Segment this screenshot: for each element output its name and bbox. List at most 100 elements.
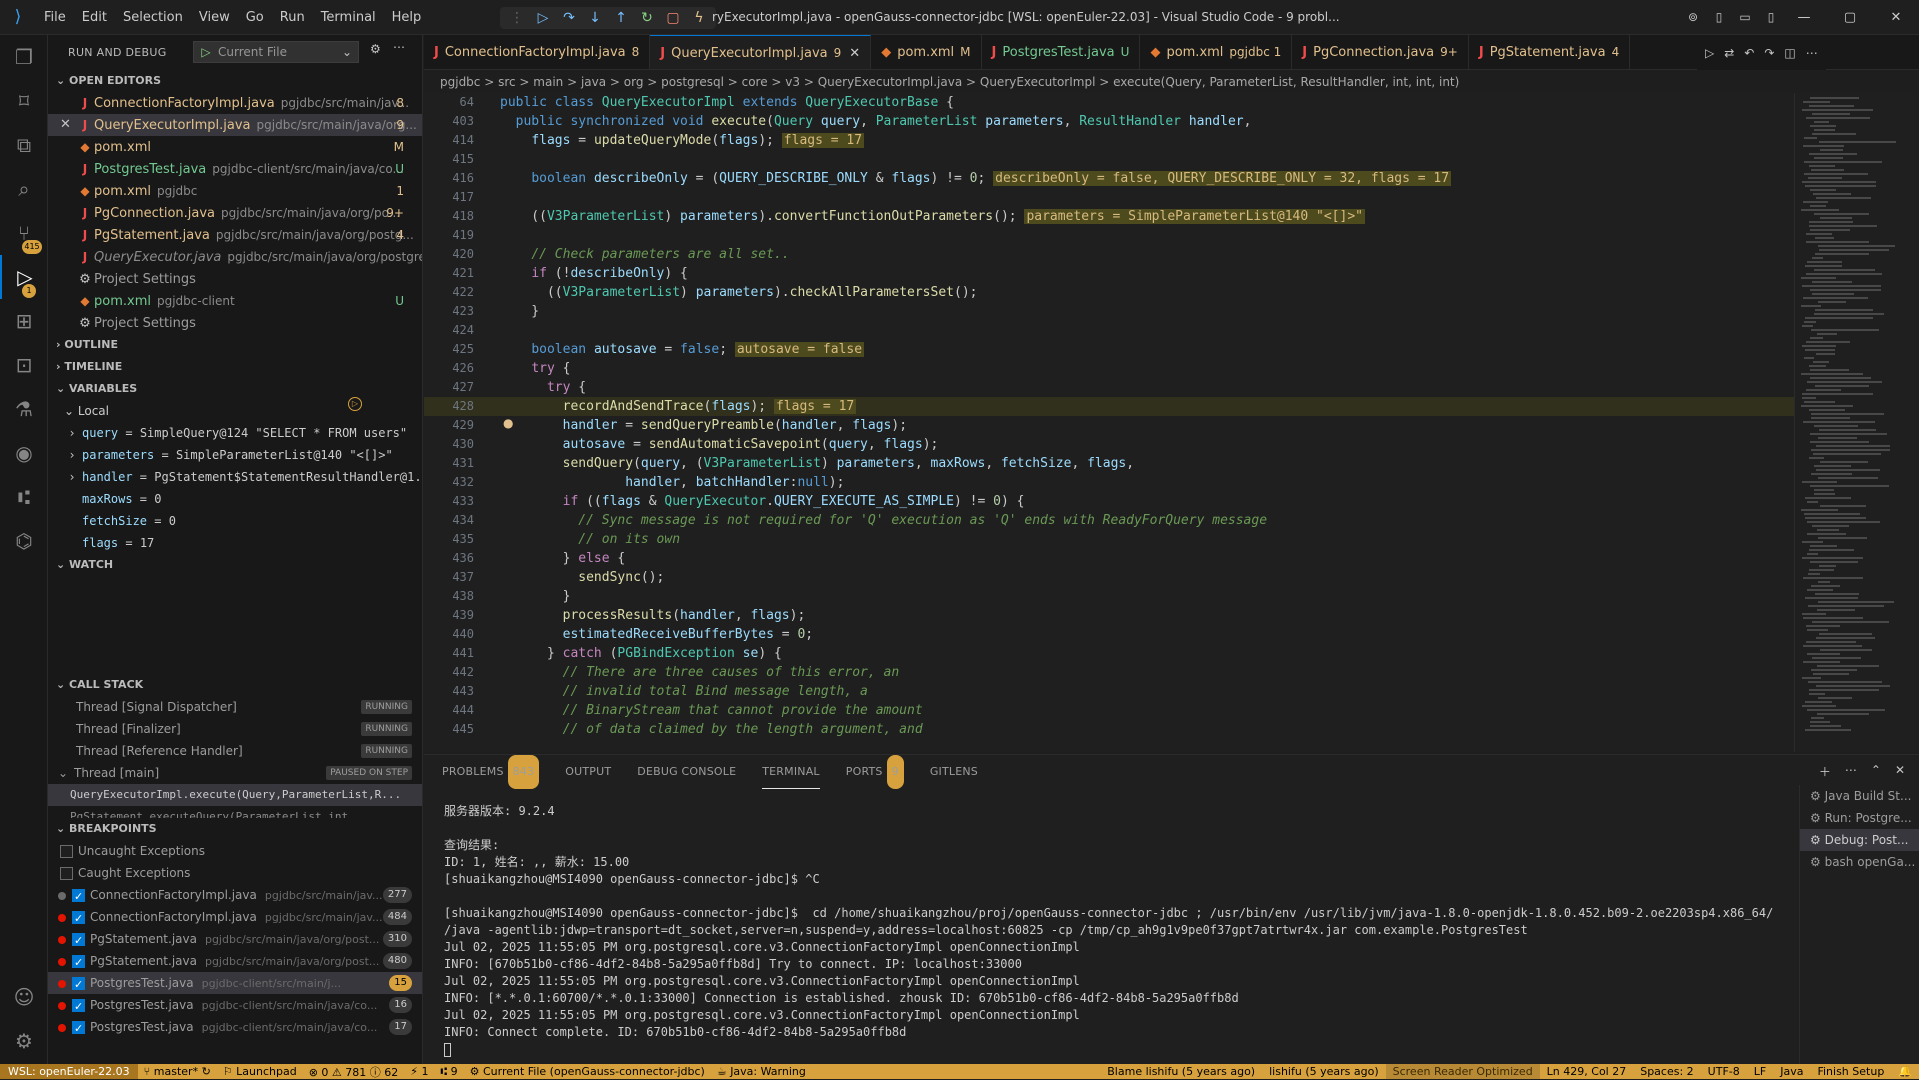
code-line[interactable]: 438 } (424, 587, 1794, 606)
code-line[interactable]: 417 (424, 188, 1794, 207)
breakpoint-checkbox[interactable] (72, 933, 85, 946)
toggle-sidebar-icon[interactable]: ▯ (1706, 0, 1732, 35)
open-editor-item[interactable]: ◆pom.xmlpgjdbc-clientU (48, 290, 422, 312)
hot-code-replace-icon[interactable]: ϟ (687, 10, 711, 26)
panel-tab-debug-console[interactable]: DEBUG CONSOLE (637, 755, 736, 789)
code-line[interactable]: 64public class QueryExecutorImpl extends… (424, 93, 1794, 112)
launchpad[interactable]: ⚐ Launchpad (217, 1065, 303, 1078)
gitlens-count[interactable]: ⑆ 9 (435, 1065, 464, 1078)
line-number[interactable]: 438 (424, 587, 474, 606)
run-config-select[interactable]: ▷ Current File ⌄ (193, 41, 359, 63)
tab-queryexecutorimpl-java[interactable]: JQueryExecutorImpl.java9✕ (650, 35, 871, 70)
debug-config-status[interactable]: ⚙ Current File (openGauss-connector-jdbc… (464, 1065, 711, 1078)
breakpoint-checkbox[interactable] (72, 911, 85, 924)
code-line[interactable]: 416 boolean describeOnly = (QUERY_DESCRI… (424, 169, 1794, 188)
line-number[interactable]: 433 (424, 492, 474, 511)
line-number[interactable]: 403 (424, 112, 474, 131)
code-line[interactable]: 423 } (424, 302, 1794, 321)
breakpoints-header[interactable]: ⌄ BREAKPOINTS (48, 818, 422, 840)
open-editor-item[interactable]: JQueryExecutor.javapgjdbc/src/main/java/… (48, 246, 422, 268)
line-number[interactable]: 427 (424, 378, 474, 397)
panel-tab-ports[interactable]: PORTS9 (846, 755, 904, 789)
close-panel-icon[interactable]: ✕ (1895, 763, 1905, 780)
maximize-icon[interactable]: ▢ (1827, 0, 1873, 35)
breakpoint-item[interactable]: PgStatement.javapgjdbc/src/main/java/org… (48, 928, 422, 950)
java-status[interactable]: ☕ Java: Warning (711, 1065, 812, 1078)
thread-item[interactable]: ⌄Thread [main]PAUSED ON STEP (48, 762, 422, 784)
code-line[interactable]: 415 (424, 150, 1794, 169)
tab-pgstatement-java[interactable]: JPgStatement.java4 (1469, 35, 1630, 70)
line-number[interactable]: 423 (424, 302, 474, 321)
code-line[interactable]: 439 processResults(handler, flags); (424, 606, 1794, 625)
copilot-icon[interactable]: ⊚ (1680, 0, 1706, 35)
remote-indicator[interactable]: WSL: openEuler-22.03 (0, 1064, 138, 1079)
breakpoint-item[interactable]: ConnectionFactoryImpl.javapgjdbc/src/mai… (48, 884, 422, 906)
exception-breakpoint[interactable]: Caught Exceptions (48, 862, 422, 884)
menu-item[interactable]: Run (272, 0, 313, 35)
menu-item[interactable]: Selection (115, 0, 191, 35)
line-number[interactable]: 418 (424, 207, 474, 226)
more-actions-icon[interactable]: ⋯ (1806, 46, 1818, 60)
screen-reader-status[interactable]: Screen Reader Optimized (1386, 1064, 1540, 1079)
github-icon[interactable]: ◉ (0, 431, 48, 475)
line-number[interactable]: 417 (424, 188, 474, 207)
indent-status[interactable]: Spaces: 2 (1633, 1064, 1700, 1079)
call-stack-header[interactable]: ⌄ CALL STACK (48, 674, 422, 696)
code-line[interactable]: 443 // invalid total Bind message length… (424, 682, 1794, 701)
line-number[interactable]: 431 (424, 454, 474, 473)
breakpoint-item[interactable]: PostgresTest.javapgjdbc-client/src/main/… (48, 1016, 422, 1038)
code-line[interactable]: 437 sendSync(); (424, 568, 1794, 587)
lightbulb-icon[interactable]: ● (503, 416, 513, 430)
search-icon[interactable]: ⌕ (0, 167, 48, 211)
variables-header[interactable]: ⌄ VARIABLES (48, 378, 422, 400)
line-number[interactable]: 425 (424, 340, 474, 359)
breadcrumb[interactable]: pgjdbc > src > main > java > org > postg… (424, 71, 1794, 93)
code-line[interactable]: 425 boolean autosave = false; autosave =… (424, 340, 1794, 359)
panel-tab-problems[interactable]: PROBLEMS843 (442, 755, 539, 789)
local-scope[interactable]: ⌄ Local (48, 400, 422, 422)
code-line[interactable]: 424 (424, 321, 1794, 340)
line-number[interactable]: 419 (424, 226, 474, 245)
minimize-icon[interactable]: — (1781, 0, 1827, 35)
code-line[interactable]: 445 // of data claimed by the length arg… (424, 720, 1794, 739)
line-number[interactable]: 435 (424, 530, 474, 549)
menu-item[interactable]: View (191, 0, 238, 35)
tab-pom-xml[interactable]: ◆pom.xmlpgjdbc 1 (1140, 35, 1292, 70)
open-editor-item[interactable]: ⚙Project Settings (48, 268, 422, 290)
breakpoint-item[interactable]: ConnectionFactoryImpl.javapgjdbc/src/mai… (48, 906, 422, 928)
code-line[interactable]: 435 // on its own (424, 530, 1794, 549)
menu-item[interactable]: Help (384, 0, 430, 35)
step-over-icon[interactable]: ↷ (557, 10, 581, 26)
code-line[interactable]: 428 recordAndSendTrace(flags); flags = 1… (424, 397, 1794, 416)
restart-icon[interactable]: ↻ (635, 10, 659, 26)
cursor-position[interactable]: Ln 429, Col 27 (1540, 1064, 1634, 1079)
variable-item[interactable]: ›handler = PgStatement$StatementResultHa… (48, 466, 422, 488)
line-number[interactable]: 428 (424, 397, 474, 416)
breakpoint-checkbox[interactable] (72, 977, 85, 990)
code-line[interactable]: 420 // Check parameters are all set.. (424, 245, 1794, 264)
line-number[interactable]: 421 (424, 264, 474, 283)
line-number[interactable]: 415 (424, 150, 474, 169)
line-number[interactable]: 430 (424, 435, 474, 454)
line-number[interactable]: 436 (424, 549, 474, 568)
variable-item[interactable]: fetchSize = 0 (48, 510, 422, 532)
close-tab-icon[interactable]: ✕ (849, 46, 860, 61)
line-number[interactable]: 439 (424, 606, 474, 625)
line-number[interactable]: 416 (424, 169, 474, 188)
panel-tab-output[interactable]: OUTPUT (565, 755, 611, 789)
step-into-icon[interactable]: ↓ (583, 10, 607, 26)
forward-icon[interactable]: ↷ (1764, 46, 1774, 60)
blame-status[interactable]: Blame lishifu (5 years ago) (1100, 1064, 1262, 1079)
tab-pgconnection-java[interactable]: JPgConnection.java9+ (1292, 35, 1469, 70)
code-line[interactable]: 427 try { (424, 378, 1794, 397)
maximize-panel-icon[interactable]: ⌃ (1871, 763, 1881, 780)
open-editor-item[interactable]: JPgStatement.javapgjdbc/src/main/java/or… (48, 224, 422, 246)
terminal-output[interactable]: 服务器版本: 9.2.4查询结果:ID: 1, 姓名: ,, 薪水: 15.00… (444, 803, 1774, 1061)
code-editor[interactable]: 64public class QueryExecutorImpl extends… (424, 93, 1794, 752)
variable-item[interactable]: ›parameters = SimpleParameterList@140 "<… (48, 444, 422, 466)
code-line[interactable]: 422 ((V3ParameterList) parameters).check… (424, 283, 1794, 302)
open-editor-item[interactable]: ⚙Project Settings (48, 312, 422, 334)
open-editors-header[interactable]: ⌄ OPEN EDITORS (48, 70, 422, 92)
code-line[interactable]: 442 // There are three causes of this er… (424, 663, 1794, 682)
more-icon[interactable]: ⋯ (393, 40, 405, 54)
